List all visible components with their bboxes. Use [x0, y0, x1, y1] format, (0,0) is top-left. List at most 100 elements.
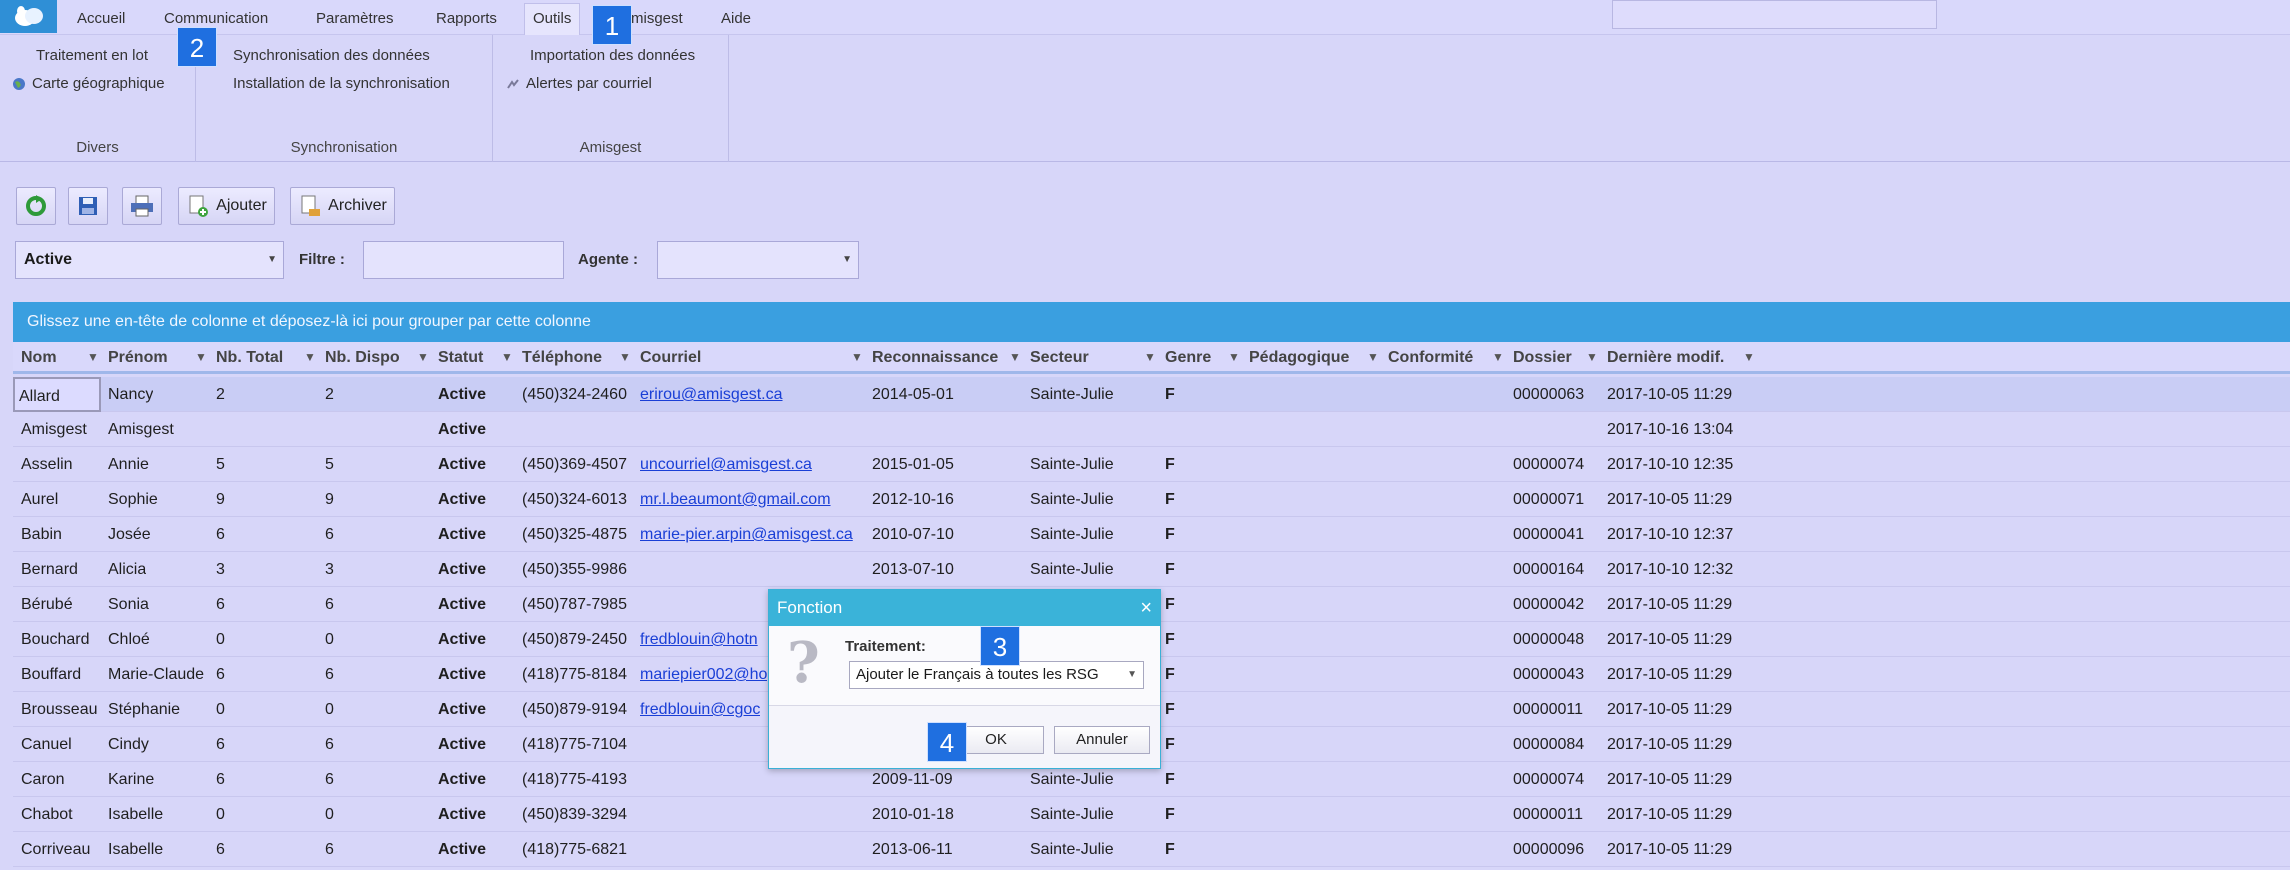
table-row[interactable]: Chabot Isabelle 0 0 Active (450)839-3294 2010-… — [13, 797, 2290, 832]
cell-nb-dispo: 6 — [325, 736, 334, 753]
filter-icon[interactable]: ▼ — [417, 342, 429, 374]
top-search-field[interactable] — [1612, 0, 1937, 29]
add-button[interactable]: Ajouter — [178, 187, 275, 225]
table-row[interactable]: Amisgest Amisgest Active 2017-10-16 13:04 — [13, 412, 2290, 447]
print-button[interactable] — [122, 187, 162, 225]
cell-nb-dispo: 3 — [325, 561, 334, 578]
filter-input[interactable] — [363, 241, 564, 279]
column-header-telephone[interactable]: Téléphone — [522, 342, 602, 374]
column-header-nom[interactable]: Nom — [21, 342, 57, 374]
filter-icon[interactable]: ▼ — [87, 342, 99, 374]
cell-secteur: Sainte-Julie — [1030, 491, 1114, 508]
menu-communication[interactable]: Communication — [164, 9, 268, 29]
column-header-genre[interactable]: Genre — [1165, 342, 1211, 374]
cell-telephone: (450)369-4507 — [522, 456, 627, 473]
data-import-button[interactable]: Importation des données — [530, 45, 695, 67]
column-header-prenom[interactable]: Prénom — [108, 342, 168, 374]
cell-reconnaissance: 2014-05-01 — [872, 386, 954, 403]
chevron-down-icon: ▼ — [267, 254, 277, 265]
column-header-pedagogique[interactable]: Pédagogique — [1249, 342, 1349, 374]
cell-genre: F — [1165, 736, 1175, 753]
menu-accueil[interactable]: Accueil — [77, 9, 125, 29]
cell-derniere-modif: 2017-10-05 11:29 — [1607, 841, 1733, 858]
cell-courriel[interactable]: fredblouin@cgoc — [640, 692, 760, 727]
cell-nb-dispo: 6 — [325, 841, 334, 858]
table-row[interactable]: Asselin Annie 5 5 Active (450)369-4507 uncourr… — [13, 447, 2290, 482]
filter-icon[interactable]: ▼ — [1228, 342, 1240, 374]
cell-reconnaissance: 2013-07-10 — [872, 561, 954, 578]
cell-derniere-modif: 2017-10-05 11:29 — [1607, 701, 1733, 718]
data-sync-button[interactable]: Synchronisation des données — [233, 45, 430, 67]
table-row[interactable]: Babin Josée 6 6 Active (450)325-4875 marie-pie… — [13, 517, 2290, 552]
filter-icon[interactable]: ▼ — [501, 342, 513, 374]
cell-nom: Babin — [21, 526, 62, 543]
filter-icon[interactable]: ▼ — [195, 342, 207, 374]
cell-reconnaissance: 2013-06-11 — [872, 841, 953, 858]
cell-telephone: (450)325-4875 — [522, 526, 627, 543]
column-header-reconnaissance[interactable]: Reconnaissance — [872, 342, 998, 374]
cell-courriel[interactable]: erirou@amisgest.ca — [640, 377, 783, 412]
cell-telephone: (450)787-7985 — [522, 596, 627, 613]
cell-telephone: (450)839-3294 — [522, 806, 627, 823]
cell-nom: Caron — [21, 771, 65, 788]
group-by-panel[interactable]: Glissez une en-tête de colonne et dépose… — [13, 302, 2290, 342]
status-select[interactable]: Active ▼ — [15, 241, 284, 279]
close-icon[interactable]: × — [1140, 590, 1152, 626]
cell-courriel[interactable]: uncourriel@amisgest.ca — [640, 447, 812, 482]
column-header-nb-total[interactable]: Nb. Total — [216, 342, 283, 374]
cell-derniere-modif: 2017-10-05 11:29 — [1607, 596, 1733, 613]
cell-derniere-modif: 2017-10-10 12:35 — [1607, 456, 1734, 473]
cell-secteur: Sainte-Julie — [1030, 386, 1114, 403]
column-header-conformite[interactable]: Conformité — [1388, 342, 1473, 374]
column-header-dossier[interactable]: Dossier — [1513, 342, 1572, 374]
sync-install-button[interactable]: Installation de la synchronisation — [233, 73, 450, 95]
app-menu-button[interactable] — [0, 0, 57, 33]
cell-nb-dispo: 9 — [325, 491, 334, 508]
callout-badge-2: 2 — [177, 27, 217, 67]
cell-nb-dispo: 2 — [325, 386, 334, 403]
column-header-derniere-modif[interactable]: Dernière modif. — [1607, 342, 1724, 374]
cell-courriel[interactable]: fredblouin@hotn — [640, 622, 758, 657]
cancel-button[interactable]: Annuler — [1054, 726, 1150, 754]
cell-statut: Active — [438, 771, 487, 788]
column-header-secteur[interactable]: Secteur — [1030, 342, 1089, 374]
menu-rapports[interactable]: Rapports — [436, 9, 497, 29]
column-header-nb-dispo[interactable]: Nb. Dispo — [325, 342, 400, 374]
menu-outils[interactable]: Outils — [524, 3, 581, 36]
menu-parametres[interactable]: Paramètres — [316, 9, 394, 29]
table-row[interactable]: Aurel Sophie 9 9 Active (450)324-6013 mr.l.bea… — [13, 482, 2290, 517]
save-button[interactable] — [68, 187, 108, 225]
email-alerts-label: Alertes par courriel — [526, 75, 652, 92]
menu-aide[interactable]: Aide — [721, 9, 751, 29]
cell-statut: Active — [438, 736, 487, 753]
ribbon: Traitement en lot Carte géographique Div… — [0, 35, 2290, 162]
filter-icon[interactable]: ▼ — [1144, 342, 1156, 374]
filter-icon[interactable]: ▼ — [304, 342, 316, 374]
column-header-statut[interactable]: Statut — [438, 342, 483, 374]
filter-icon[interactable]: ▼ — [1586, 342, 1598, 374]
table-row[interactable]: Bernard Alicia 3 3 Active (450)355-9986 2013-0… — [13, 552, 2290, 587]
filter-icon[interactable]: ▼ — [1009, 342, 1021, 374]
filter-icon[interactable]: ▼ — [1743, 342, 1755, 374]
table-row[interactable]: Corriveau Isabelle 6 6 Active (418)775-6821 20… — [13, 832, 2290, 867]
table-row[interactable]: Allard Nancy 2 2 Active (450)324-2460 erirou@a… — [13, 377, 2290, 412]
cell-courriel[interactable]: marie-pier.arpin@amisgest.ca — [640, 517, 853, 552]
refresh-button[interactable] — [16, 187, 56, 225]
cell-nb-total: 6 — [216, 841, 225, 858]
agent-select[interactable]: ▼ — [657, 241, 859, 279]
cell-courriel[interactable]: mr.l.beaumont@gmail.com — [640, 482, 831, 517]
cell-statut: Active — [438, 386, 487, 403]
filter-icon[interactable]: ▼ — [619, 342, 631, 374]
filter-icon[interactable]: ▼ — [1492, 342, 1504, 374]
cell-courriel[interactable]: mariepier002@ho — [640, 657, 767, 692]
add-button-label: Ajouter — [216, 197, 267, 214]
cell-nom: Corriveau — [21, 841, 91, 858]
email-alerts-button[interactable]: Alertes par courriel — [506, 73, 652, 95]
filter-icon[interactable]: ▼ — [851, 342, 863, 374]
archive-button[interactable]: Archiver — [290, 187, 395, 225]
filter-icon[interactable]: ▼ — [1367, 342, 1379, 374]
cell-prenom: Chloé — [108, 631, 150, 648]
column-header-courriel[interactable]: Courriel — [640, 342, 701, 374]
map-button[interactable]: Carte géographique — [12, 73, 165, 95]
batch-processing-button[interactable]: Traitement en lot — [36, 45, 148, 67]
